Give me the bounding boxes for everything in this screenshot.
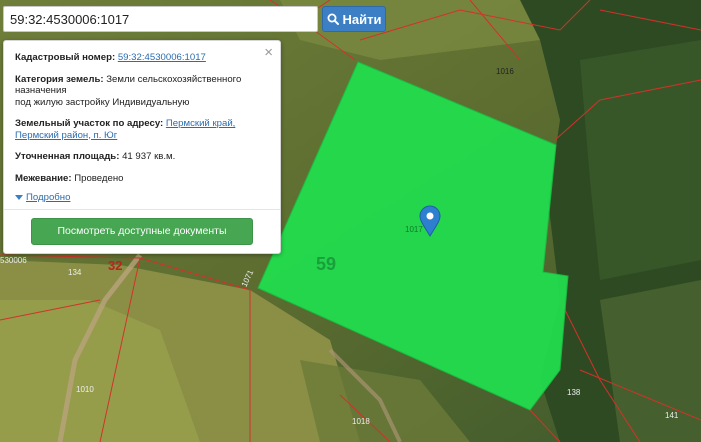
survey-row: Межевание: Проведено [15,172,124,184]
details-link[interactable]: Подробно [26,192,70,204]
label-1018: 1018 [352,417,370,426]
label-530006: 530006 [0,256,27,265]
address-row: Земельный участок по адресу: Пермский кр… [15,118,236,141]
label-138: 138 [567,388,581,397]
label-district-59: 59 [316,254,336,274]
label-1017: 1017 [405,225,423,234]
cadastral-number-row: Кадастровый номер: 59:32:4530006:1017 [15,52,206,63]
view-documents-button[interactable]: Посмотреть доступные документы [31,218,253,245]
label-district-32: 32 [108,258,122,273]
triangle-down-icon [15,195,23,201]
label-1016: 1016 [496,67,514,76]
label-134: 134 [68,268,82,277]
search-button-label: Найти [342,11,382,27]
search-button[interactable]: Найти [322,6,386,32]
area-row: Уточненная площадь: 41 937 кв.м. [15,151,176,162]
address-link[interactable]: Пермский край, [166,118,235,129]
area-value: 41 937 кв.м. [122,151,176,162]
close-icon[interactable]: × [264,45,273,60]
panel-divider [4,209,280,210]
survey-value: Проведено [74,172,124,184]
land-category-row: Категория земель: Земли сельскохозяйстве… [15,73,242,108]
address-link-line2[interactable]: Пермский район, п. Юг [15,130,117,141]
cadastral-number-link[interactable]: 59:32:4530006:1017 [118,52,206,63]
label-1010: 1010 [76,385,94,394]
search-input[interactable] [3,6,318,32]
label-141: 141 [665,411,679,420]
parcel-info-panel: × Кадастровый номер: 59:32:4530006:1017 … [3,40,281,254]
search-icon [327,13,339,25]
details-toggle[interactable]: Подробно [15,192,270,204]
